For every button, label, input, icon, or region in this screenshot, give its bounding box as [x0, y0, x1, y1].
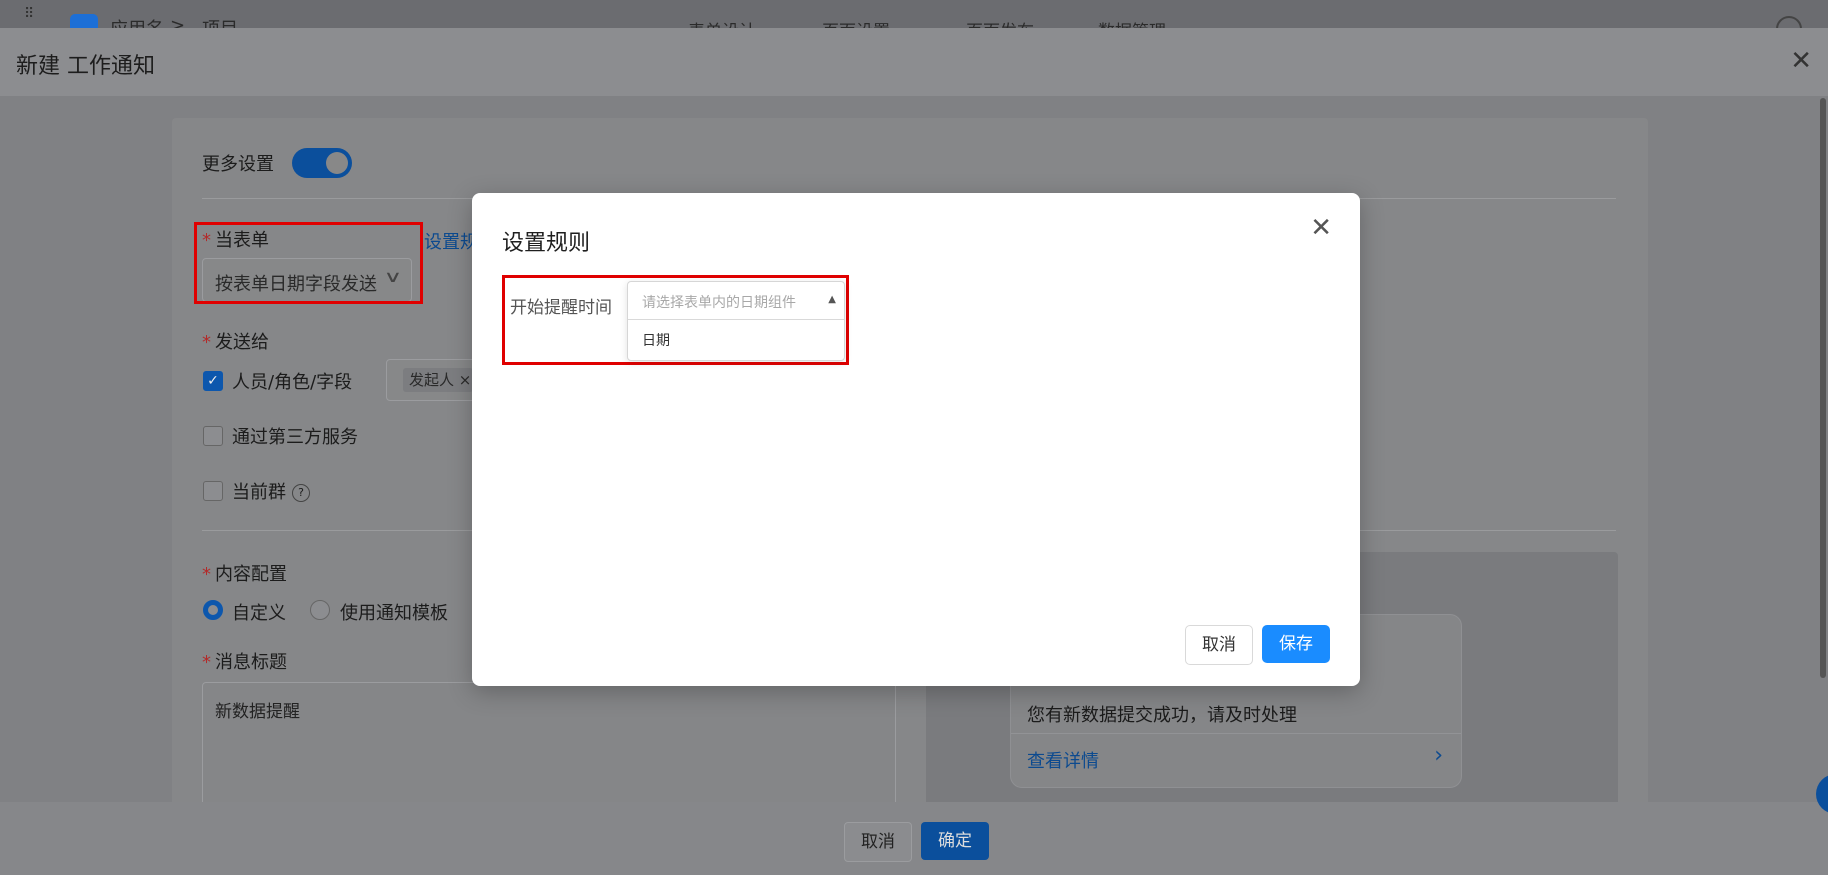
message-title-value: 新数据提醒 [215, 702, 300, 722]
highlight-box [194, 222, 423, 304]
view-details-link[interactable]: 查看详情 [1027, 747, 1099, 773]
footer-cancel-button[interactable]: 取消 [844, 822, 912, 862]
recipient-option-3: 当前群? [232, 478, 310, 504]
drawer-close-icon[interactable]: ✕ [1790, 46, 1812, 76]
recipient-checkbox-1[interactable]: ✓ [203, 371, 223, 391]
date-component-select[interactable]: 请选择表单内的日期组件 ▲ 日期 [627, 281, 845, 361]
date-component-select-input[interactable]: 请选择表单内的日期组件 ▲ [628, 282, 844, 320]
recipient-checkbox-2[interactable] [203, 426, 223, 446]
start-reminder-time-label: 开始提醒时间 [510, 298, 612, 318]
modal-title: 设置规则 [502, 231, 591, 256]
recipient-tag-text: 发起人 [409, 371, 455, 389]
set-rule-modal: 设置规则 ✕ 开始提醒时间 请选择表单内的日期组件 ▲ 日期 取消 保存 [472, 193, 1360, 686]
set-rule-link[interactable]: 设置规 [424, 228, 478, 254]
radio-template-label: 使用通知模板 [340, 603, 448, 624]
radio-custom-label: 自定义 [232, 603, 286, 624]
select-placeholder: 请选择表单内的日期组件 [642, 295, 796, 311]
divider [1011, 733, 1461, 734]
recipient-checkbox-3[interactable] [203, 481, 223, 501]
radio-template[interactable] [310, 600, 330, 620]
send-to-label: 发送给 [202, 328, 269, 354]
recipient-tag: 发起人 × [403, 368, 473, 392]
radio-custom[interactable] [203, 600, 223, 620]
recipient-option-3-text: 当前群 [232, 482, 286, 503]
modal-cancel-button[interactable]: 取消 [1185, 625, 1253, 665]
app-grid-icon[interactable]: ⠿ [24, 6, 35, 22]
footer-confirm-button[interactable]: 确定 [921, 822, 989, 860]
recipient-tag-input[interactable]: 发起人 × [386, 359, 478, 401]
drawer-title: 新建 工作通知 [16, 54, 155, 79]
more-settings-toggle[interactable] [292, 148, 352, 178]
dropdown-option-date[interactable]: 日期 [628, 320, 844, 358]
preview-message: 您有新数据提交成功，请及时处理 [1027, 705, 1297, 726]
tag-close-icon[interactable]: × [459, 371, 472, 389]
message-title-label: 消息标题 [202, 648, 287, 674]
dropdown-option-label: 日期 [642, 333, 670, 349]
drawer-header: 新建 工作通知 ✕ [0, 28, 1828, 96]
caret-up-icon: ▲ [828, 294, 836, 305]
recipient-option-2: 通过第三方服务 [232, 427, 358, 448]
recipient-option-1: 人员/角色/字段 [232, 372, 353, 393]
drawer-scrollbar[interactable] [1820, 98, 1826, 678]
modal-save-button[interactable]: 保存 [1262, 625, 1330, 663]
toggle-knob [326, 152, 348, 174]
content-config-label: 内容配置 [202, 560, 287, 586]
more-settings-label: 更多设置 [202, 154, 274, 175]
app-top-bar: ⠿ 应用名 > 项目 表单设计 页面设置 页面发布 数据管理 [0, 0, 1828, 42]
help-question-icon[interactable]: ? [292, 484, 310, 502]
modal-close-icon[interactable]: ✕ [1310, 213, 1332, 243]
chevron-right-icon: › [1434, 743, 1443, 768]
drawer-footer [0, 802, 1828, 875]
